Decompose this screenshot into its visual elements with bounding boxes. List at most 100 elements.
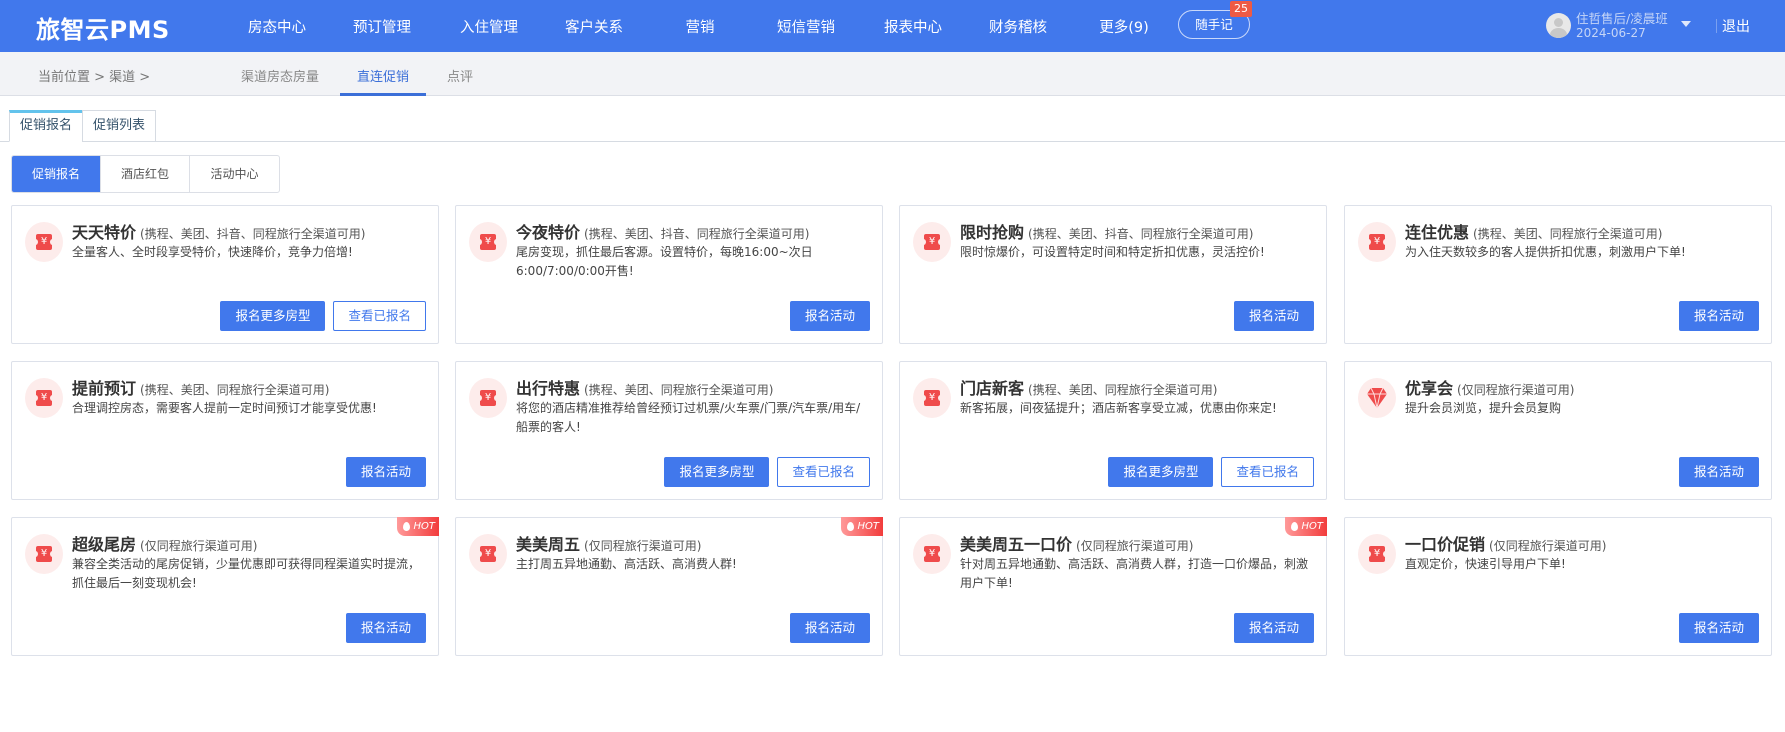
- card-actions: 报名活动: [789, 301, 870, 331]
- card-title-row: 今夜特价 (携程、美团、抖音、同程旅行全渠道可用): [516, 219, 809, 243]
- view-registered-button[interactable]: 查看已报名: [777, 457, 870, 487]
- card-title-row: 美美周五一口价 (仅同程旅行渠道可用): [960, 531, 1193, 555]
- card-title-row: 限时抢购 (携程、美团、抖音、同程旅行全渠道可用): [960, 219, 1253, 243]
- icon-badge: ¥: [1358, 222, 1396, 262]
- icon-badge: ¥: [25, 222, 63, 262]
- hot-label: HOT: [1301, 521, 1324, 532]
- card-title-row: 提前预订 (携程、美团、同程旅行全渠道可用): [72, 375, 329, 399]
- card-description: 将您的酒店精准推荐给曾经预订过机票/火车票/门票/汽车票/用车/船票的客人!: [516, 401, 861, 434]
- card-actions: 报名活动: [1678, 457, 1759, 487]
- segment-promotion-signup[interactable]: 促销报名: [12, 156, 101, 192]
- segment-hotel-red-packet[interactable]: 酒店红包: [101, 156, 190, 192]
- card-actions: 报名活动: [345, 457, 426, 487]
- card-description: 合理调控房态，需要客人提前一定时间预订才能享受优惠!: [72, 401, 377, 415]
- icon-badge: ¥: [25, 378, 63, 418]
- hot-tag: HOT: [397, 517, 439, 536]
- register-activity-button[interactable]: 报名活动: [1678, 613, 1759, 643]
- nav-checkin[interactable]: 入住管理: [460, 16, 518, 37]
- register-activity-button[interactable]: 报名活动: [345, 613, 426, 643]
- ticket-icon: ¥: [1366, 234, 1388, 250]
- card-title-row: 出行特惠 (携程、美团、同程旅行全渠道可用): [516, 375, 773, 399]
- segment-activity-center[interactable]: 活动中心: [190, 156, 279, 192]
- card-title: 连住优惠: [1405, 223, 1470, 242]
- register-activity-button[interactable]: 报名活动: [789, 301, 870, 331]
- register-more-rooms-button[interactable]: 报名更多房型: [220, 301, 326, 331]
- tab-promotion-list[interactable]: 促销列表: [82, 110, 156, 142]
- card-actions: 报名活动: [1233, 301, 1314, 331]
- card-title-row: 优享会 (仅同程旅行渠道可用): [1405, 375, 1574, 399]
- view-registered-button[interactable]: 查看已报名: [1221, 457, 1314, 487]
- view-registered-button[interactable]: 查看已报名: [333, 301, 426, 331]
- card-title-row: 门店新客 (携程、美团、同程旅行全渠道可用): [960, 375, 1217, 399]
- register-activity-button[interactable]: 报名活动: [1678, 301, 1759, 331]
- nav-reservations[interactable]: 预订管理: [353, 16, 411, 37]
- flame-icon: [847, 522, 854, 531]
- card-channel-scope: (仅同程旅行渠道可用): [1076, 539, 1194, 553]
- nav-sms-marketing[interactable]: 短信营销: [777, 16, 835, 37]
- card-title: 超级尾房: [72, 535, 137, 554]
- card-title: 今夜特价: [516, 223, 581, 242]
- top-header: 旅智云PMS 房态中心 预订管理 入住管理 客户关系 营销 短信营销 报表中心 …: [0, 0, 1785, 52]
- promotion-card: ¥ HOT 美美周五 (仅同程旅行渠道可用) 主打周五异地通勤、高活跃、高消费人群! 报名…: [455, 517, 883, 656]
- logout-link[interactable]: 退出: [1722, 16, 1750, 36]
- nav-more[interactable]: 更多(9): [1099, 16, 1149, 37]
- user-name[interactable]: 住哲售后/凌晨班: [1576, 8, 1668, 27]
- tab-divider: [0, 141, 1785, 142]
- ticket-icon: ¥: [921, 546, 943, 562]
- promotion-card: ¥ 天天特价 (携程、美团、抖音、同程旅行全渠道可用) 全量客人、全时段享受特价，快速…: [11, 205, 439, 344]
- hot-label: HOT: [413, 521, 436, 532]
- breadcrumb: 当前位置 > 渠道 >: [38, 70, 151, 85]
- ticket-icon: ¥: [477, 546, 499, 562]
- nav-marketing[interactable]: 营销: [686, 16, 715, 37]
- card-title: 出行特惠: [516, 379, 581, 398]
- card-actions: 报名活动: [1233, 613, 1314, 643]
- card-actions: 报名更多房型 查看已报名: [1108, 457, 1314, 487]
- register-activity-button[interactable]: 报名活动: [1233, 301, 1314, 331]
- card-description: 新客拓展，间夜猛提升；酒店新客享受立减，优惠由你来定!: [960, 401, 1277, 415]
- nav-reports[interactable]: 报表中心: [884, 16, 942, 37]
- sub-navigation: 当前位置 > 渠道 > 渠道房态房量 直连促销 点评: [0, 52, 1785, 96]
- active-tab-indicator: [340, 93, 426, 96]
- register-more-rooms-button[interactable]: 报名更多房型: [1108, 457, 1214, 487]
- promotion-card: ¥ 今夜特价 (携程、美团、抖音、同程旅行全渠道可用) 尾房变现，抓住最后客源。设置特…: [455, 205, 883, 344]
- card-actions: 报名活动: [789, 613, 870, 643]
- card-channel-scope: (携程、美团、抖音、同程旅行全渠道可用): [584, 227, 810, 241]
- card-description: 针对周五异地通勤、高活跃、高消费人群，打造一口价爆品，刺激用户下单!: [960, 557, 1309, 590]
- flame-icon: [403, 522, 410, 531]
- card-title-row: 天天特价 (携程、美团、抖音、同程旅行全渠道可用): [72, 219, 365, 243]
- card-title-row: 一口价促销 (仅同程旅行渠道可用): [1405, 531, 1606, 555]
- register-activity-button[interactable]: 报名活动: [1233, 613, 1314, 643]
- register-activity-button[interactable]: 报名活动: [789, 613, 870, 643]
- icon-badge: ¥: [469, 222, 507, 262]
- ticket-icon: ¥: [33, 234, 55, 250]
- chevron-down-icon[interactable]: [1681, 21, 1691, 27]
- promotion-card: ¥ 门店新客 (携程、美团、同程旅行全渠道可用) 新客拓展，间夜猛提升；酒店新客享受立…: [899, 361, 1327, 500]
- promotion-card: ¥ 一口价促销 (仅同程旅行渠道可用) 直观定价，快速引导用户下单! 报名活动: [1344, 517, 1772, 656]
- nav-finance[interactable]: 财务稽核: [989, 16, 1047, 37]
- nav-room-status[interactable]: 房态中心: [248, 16, 306, 37]
- subtab-channel-inventory[interactable]: 渠道房态房量: [241, 66, 319, 85]
- nav-customers[interactable]: 客户关系: [565, 16, 623, 37]
- ticket-icon: ¥: [921, 390, 943, 406]
- gem-icon: [1367, 387, 1387, 409]
- card-description: 直观定价，快速引导用户下单!: [1405, 557, 1566, 571]
- subtab-reviews[interactable]: 点评: [447, 66, 473, 85]
- card-channel-scope: (携程、美团、抖音、同程旅行全渠道可用): [140, 227, 366, 241]
- register-more-rooms-button[interactable]: 报名更多房型: [664, 457, 770, 487]
- user-avatar[interactable]: [1546, 13, 1571, 38]
- tab-promotion-signup[interactable]: 促销报名: [9, 110, 83, 142]
- card-title: 一口价促销: [1405, 535, 1486, 554]
- hot-tag: HOT: [1285, 517, 1327, 536]
- hot-label: HOT: [857, 521, 880, 532]
- card-channel-scope: (携程、美团、同程旅行全渠道可用): [1473, 227, 1663, 241]
- subtab-direct-promotions[interactable]: 直连促销: [357, 66, 409, 85]
- register-activity-button[interactable]: 报名活动: [1678, 457, 1759, 487]
- card-channel-scope: (携程、美团、同程旅行全渠道可用): [1028, 383, 1218, 397]
- app-logo[interactable]: 旅智云PMS: [36, 10, 170, 45]
- card-description: 提升会员浏览，提升会员复购: [1405, 401, 1562, 415]
- card-description: 尾房变现，抓住最后客源。设置特价，每晚16:00~次日6:00/7:00/0:0…: [516, 245, 813, 278]
- register-activity-button[interactable]: 报名活动: [345, 457, 426, 487]
- card-description: 兼容全类活动的尾房促销，少量优惠即可获得同程渠道实时提流，抓住最后一刻变现机会!: [72, 557, 421, 590]
- card-channel-scope: (仅同程旅行渠道可用): [1457, 383, 1575, 397]
- divider: [1716, 19, 1717, 33]
